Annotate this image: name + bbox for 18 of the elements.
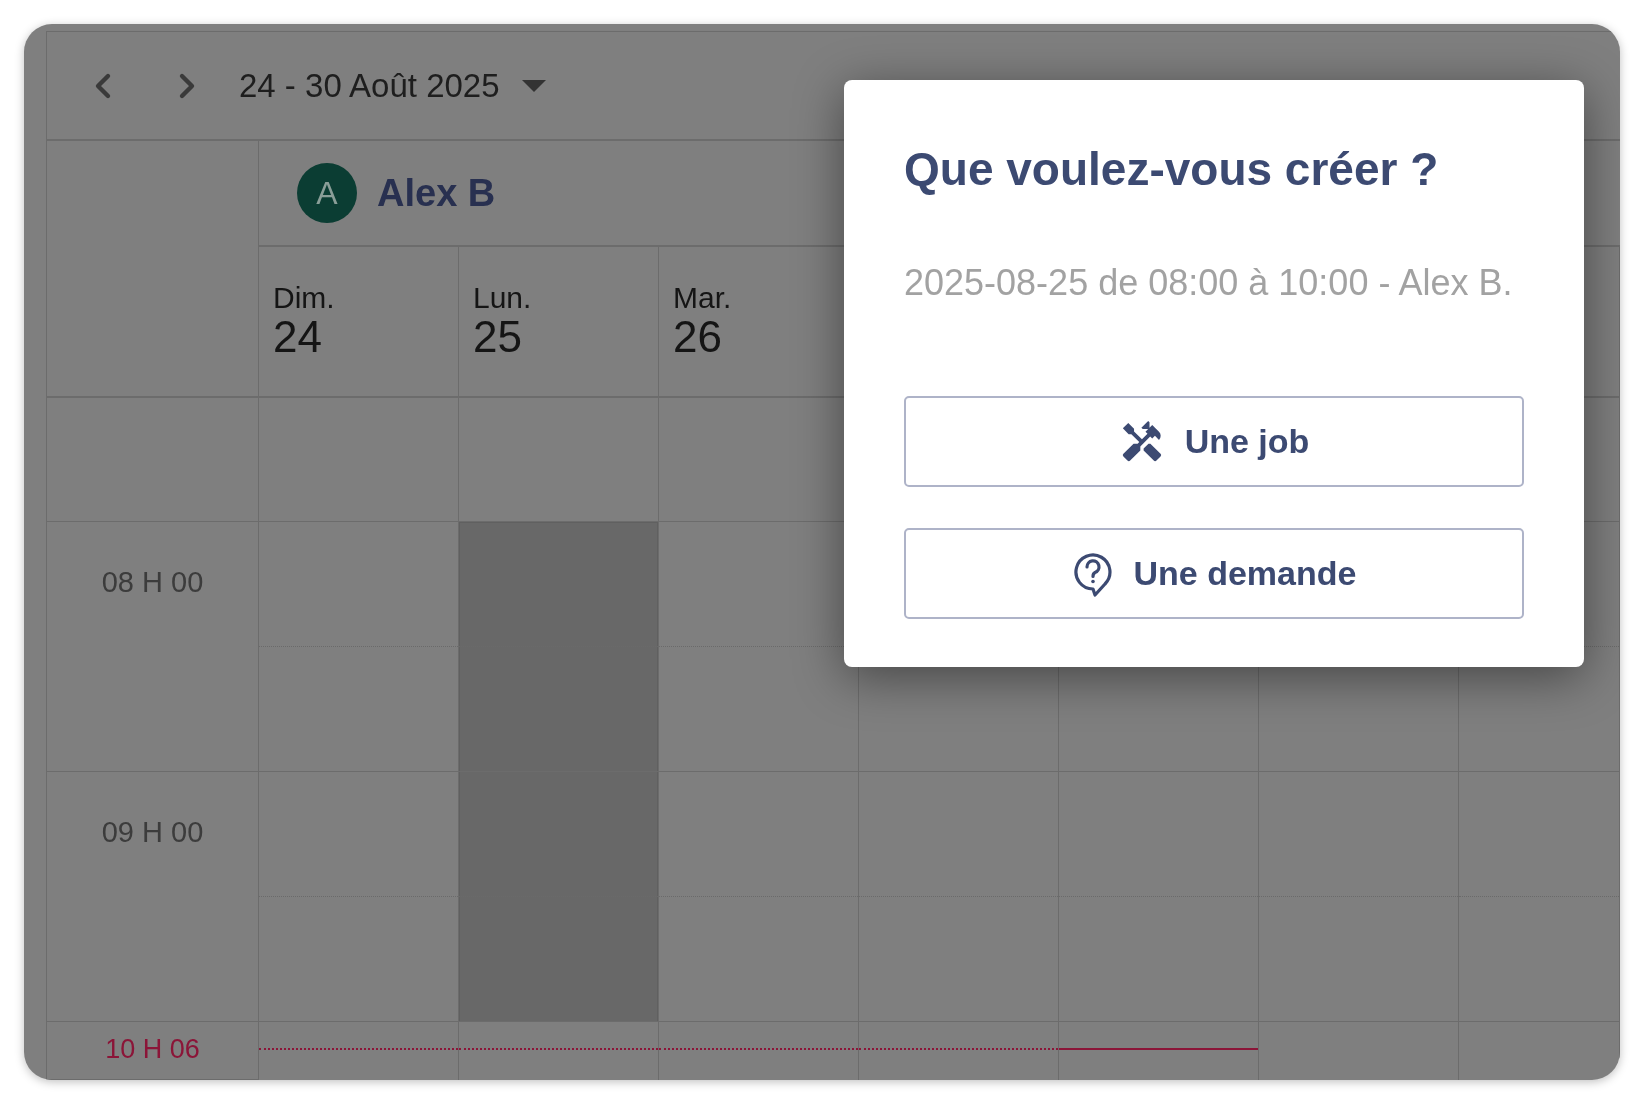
current-time-label: 10 H 06	[105, 1033, 200, 1066]
dialog-subtitle: 2025-08-25 de 08:00 à 10:00 - Alex B.	[904, 262, 1514, 304]
day-number: 26	[673, 314, 722, 361]
date-range-dropdown[interactable]: 24 - 30 Août 2025	[239, 66, 546, 105]
day-number: 25	[473, 314, 522, 361]
caret-icon	[521, 79, 546, 92]
time-label: 08 H 00	[101, 566, 204, 600]
resource-name: Alex B	[377, 171, 496, 215]
dialog-title: Que voulez-vous créer ?	[904, 142, 1440, 196]
question-bubble-icon	[1071, 550, 1114, 597]
weekday-label: Lun.	[473, 281, 532, 314]
day-number: 24	[273, 314, 322, 361]
time-label: 09 H 00	[101, 816, 204, 850]
job-option-button[interactable]: Une job	[904, 396, 1524, 487]
request-option-button[interactable]: Une demande	[904, 528, 1524, 619]
avatar: A	[297, 163, 357, 223]
weekday-label: Dim.	[273, 281, 335, 314]
weekday-label: Mar.	[673, 281, 732, 314]
